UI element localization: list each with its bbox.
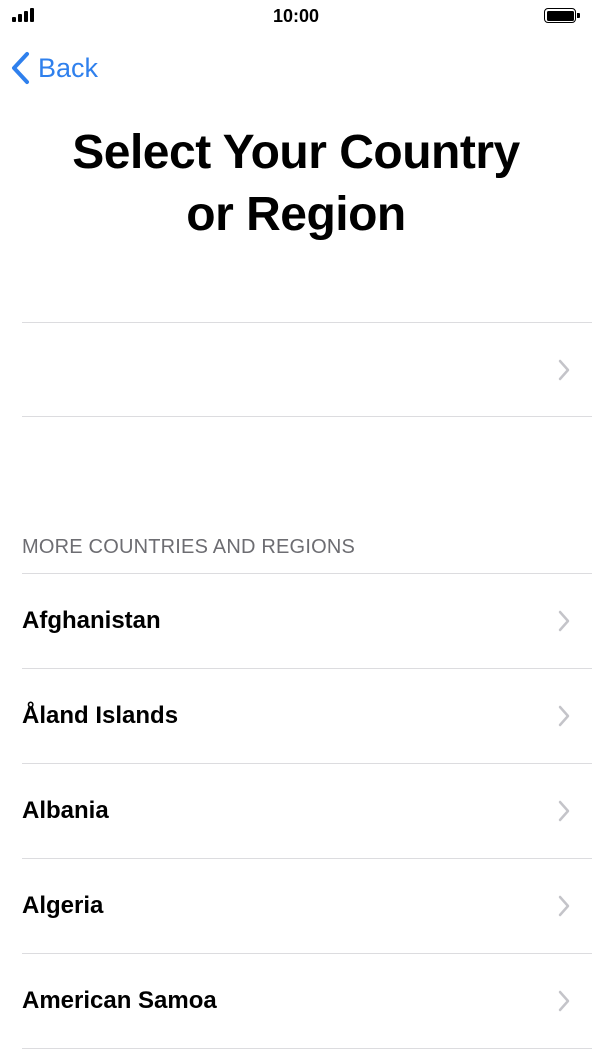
chevron-right-icon: [558, 800, 570, 822]
country-row-american-samoa[interactable]: American Samoa: [22, 954, 592, 1049]
country-label: Algeria: [22, 892, 104, 919]
country-label: Afghanistan: [22, 607, 161, 634]
country-label: Albania: [22, 797, 109, 824]
country-row-aland-islands[interactable]: Åland Islands: [22, 669, 592, 764]
page-title-line-2: or Region: [186, 188, 406, 241]
chevron-right-icon: [558, 359, 570, 381]
back-label: Back: [38, 52, 99, 83]
chevron-right-icon: [558, 705, 570, 727]
back-button[interactable]: Back: [10, 48, 98, 88]
chevron-left-icon: [12, 52, 29, 84]
page-title: Select Your Country or Region: [0, 122, 592, 246]
country-list: Afghanistan Åland Islands Albania Algeri…: [22, 573, 592, 1049]
country-row-albania[interactable]: Albania: [22, 764, 592, 859]
status-bar: 10:00: [0, 0, 592, 34]
chevron-right-icon: [558, 895, 570, 917]
status-time: 10:00: [272, 6, 320, 26]
country-label: Åland Islands: [22, 702, 179, 729]
section-header-more-countries: MORE COUNTRIES AND REGIONS: [22, 536, 356, 558]
chevron-right-icon: [558, 990, 570, 1012]
battery-icon: [544, 8, 580, 23]
suggested-country-row[interactable]: [22, 323, 592, 417]
chevron-right-icon: [558, 610, 570, 632]
page-title-line-1: Select Your Country: [72, 126, 520, 179]
divider: [22, 416, 592, 417]
country-label: American Samoa: [22, 987, 217, 1014]
country-row-algeria[interactable]: Algeria: [22, 859, 592, 954]
country-row-afghanistan[interactable]: Afghanistan: [22, 574, 592, 669]
